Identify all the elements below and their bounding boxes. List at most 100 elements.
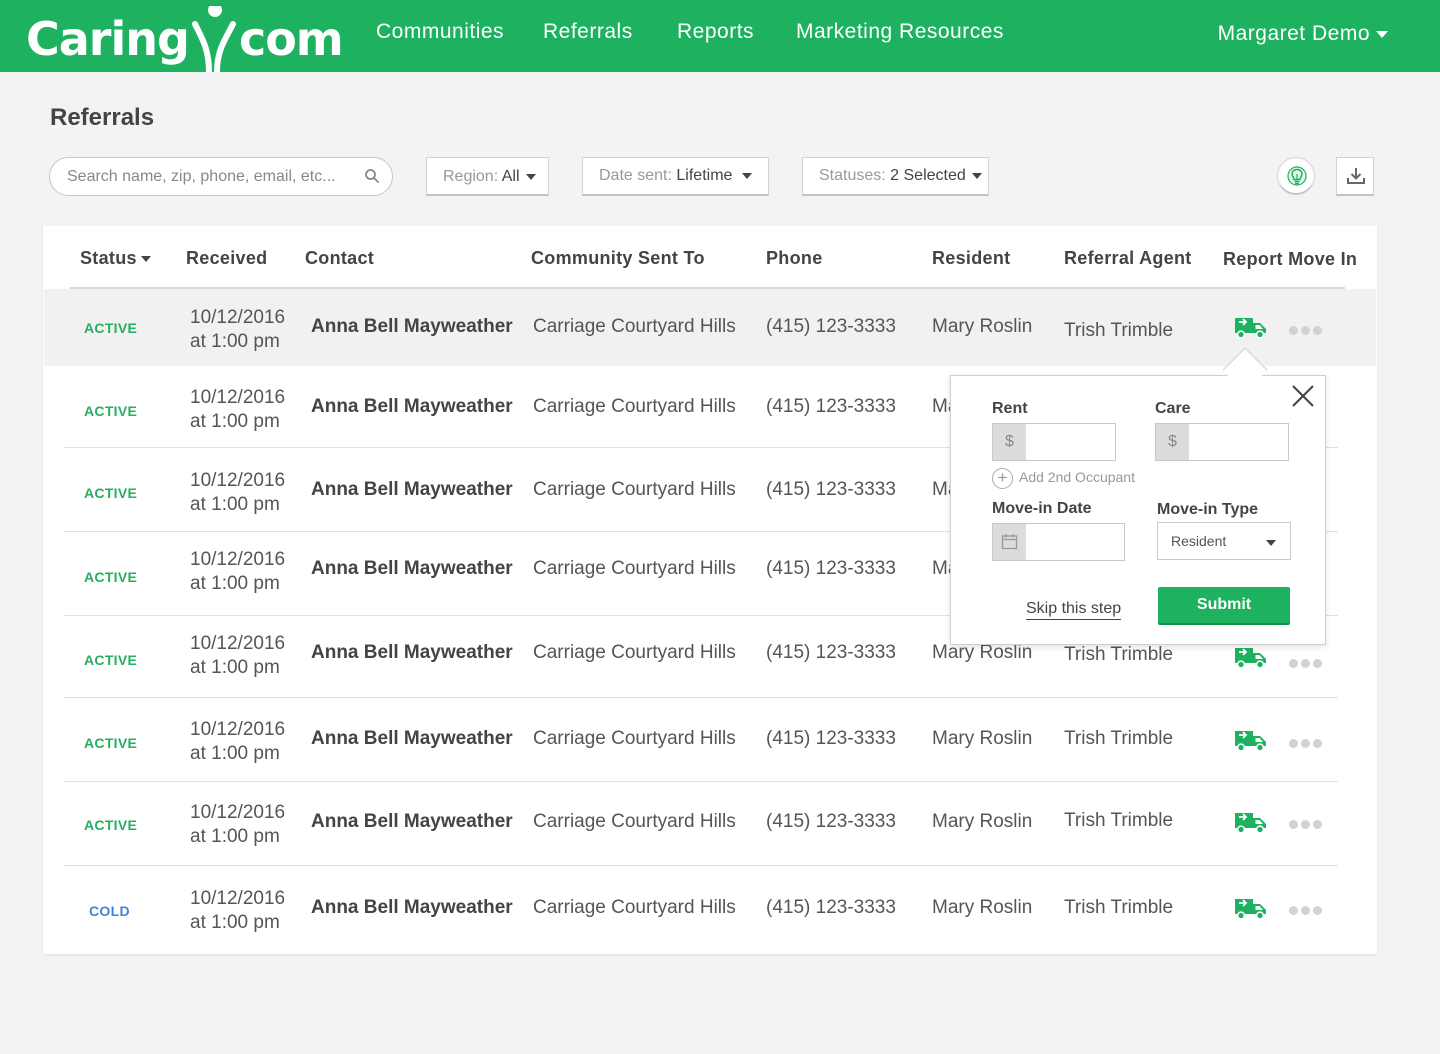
column-header-status[interactable]: Status bbox=[80, 248, 151, 269]
search-input[interactable] bbox=[67, 166, 357, 188]
moving-truck-icon[interactable] bbox=[1234, 728, 1268, 752]
column-header-contact: Contact bbox=[305, 248, 375, 268]
received-date: 10/12/2016 at 1:00 pm bbox=[190, 802, 286, 847]
community-name: Carriage Courtyard Hills bbox=[533, 728, 736, 749]
caret-down-icon bbox=[1376, 30, 1388, 38]
statuses-filter[interactable]: Statuses: 2 Selected bbox=[802, 157, 989, 196]
user-name: Margaret Demo bbox=[1217, 22, 1370, 45]
status-badge: ACTIVE bbox=[84, 403, 138, 419]
row-divider bbox=[64, 697, 1338, 698]
move-in-date-field bbox=[992, 523, 1125, 561]
caret-down-icon bbox=[971, 172, 982, 179]
phone-number: (415) 123-3333 bbox=[766, 558, 896, 579]
phone-number: (415) 123-3333 bbox=[766, 396, 896, 417]
rent-label: Rent bbox=[992, 400, 1028, 417]
logo-text-left: Caring bbox=[26, 12, 190, 66]
plus-icon: + bbox=[992, 468, 1013, 489]
phone-number: (415) 123-3333 bbox=[766, 897, 896, 918]
resident-name: Mary Roslin bbox=[932, 642, 1033, 663]
nav-marketing-resources[interactable]: Marketing Resources bbox=[796, 20, 1004, 44]
referral-agent-name: Trish Trimble bbox=[1064, 320, 1174, 341]
contact-name[interactable]: Anna Bell Mayweather bbox=[311, 558, 513, 580]
download-icon bbox=[1347, 168, 1365, 184]
add-2nd-occupant-label: Add 2nd Occupant bbox=[1019, 469, 1135, 486]
status-badge: ACTIVE bbox=[84, 320, 138, 336]
moving-truck-icon[interactable] bbox=[1234, 896, 1268, 920]
nav-reports[interactable]: Reports bbox=[677, 20, 754, 44]
nav-communities[interactable]: Communities bbox=[376, 20, 504, 44]
user-menu[interactable]: Margaret Demo bbox=[1218, 22, 1388, 46]
caring-logo[interactable]: Caring com bbox=[26, 6, 344, 72]
contact-name[interactable]: Anna Bell Mayweather bbox=[311, 642, 513, 664]
community-name: Carriage Courtyard Hills bbox=[533, 479, 736, 500]
caret-down-icon bbox=[1266, 540, 1276, 546]
status-badge: ACTIVE bbox=[84, 735, 138, 751]
moving-truck-icon[interactable] bbox=[1234, 315, 1268, 339]
contact-name[interactable]: Anna Bell Mayweather bbox=[311, 396, 513, 418]
received-date: 10/12/2016 at 1:00 pm bbox=[190, 470, 286, 515]
rent-input[interactable] bbox=[1031, 430, 1111, 454]
move-in-type-select[interactable]: Resident bbox=[1157, 522, 1291, 560]
referral-agent-name: Trish Trimble bbox=[1064, 728, 1174, 749]
contact-name[interactable]: Anna Bell Mayweather bbox=[311, 811, 513, 833]
caret-down-icon bbox=[742, 172, 753, 179]
search-icon[interactable] bbox=[364, 168, 380, 184]
moving-truck-icon[interactable] bbox=[1234, 645, 1268, 669]
move-in-date-label: Move-in Date bbox=[992, 500, 1092, 517]
more-dots-icon[interactable] bbox=[1289, 816, 1327, 829]
column-header-referral-agent: Referral Agent bbox=[1064, 248, 1192, 268]
more-dots-icon[interactable] bbox=[1289, 322, 1327, 335]
download-button[interactable] bbox=[1336, 157, 1374, 196]
nav-referrals[interactable]: Referrals bbox=[543, 20, 633, 44]
phone-number: (415) 123-3333 bbox=[766, 642, 896, 663]
skip-step-link[interactable]: Skip this step bbox=[1026, 600, 1122, 620]
move-in-type-label: Move-in Type bbox=[1157, 501, 1259, 518]
status-badge: COLD bbox=[89, 903, 130, 919]
move-in-date-input[interactable] bbox=[1031, 530, 1111, 554]
care-label: Care bbox=[1155, 400, 1191, 417]
add-2nd-occupant-button[interactable]: + Add 2nd Occupant bbox=[992, 468, 1135, 489]
status-badge: ACTIVE bbox=[84, 569, 138, 585]
tips-button[interactable] bbox=[1277, 157, 1315, 195]
community-name: Carriage Courtyard Hills bbox=[533, 642, 736, 663]
resident-name: Mary Roslin bbox=[932, 728, 1033, 749]
contact-name[interactable]: Anna Bell Mayweather bbox=[311, 728, 513, 750]
care-field: $ bbox=[1155, 423, 1289, 461]
statuses-label: Statuses: bbox=[819, 167, 886, 184]
currency-prefix: $ bbox=[1156, 424, 1189, 460]
more-dots-icon[interactable] bbox=[1289, 902, 1327, 915]
more-dots-icon[interactable] bbox=[1289, 735, 1327, 748]
care-input[interactable] bbox=[1194, 430, 1274, 454]
column-header-phone: Phone bbox=[766, 248, 823, 268]
date-sent-filter[interactable]: Date sent: Lifetime bbox=[582, 157, 769, 196]
community-name: Carriage Courtyard Hills bbox=[533, 396, 736, 417]
moving-truck-icon[interactable] bbox=[1234, 810, 1268, 834]
status-badge: ACTIVE bbox=[84, 817, 138, 833]
status-badge: ACTIVE bbox=[84, 485, 138, 501]
more-dots-icon[interactable] bbox=[1289, 655, 1327, 668]
sort-caret-icon bbox=[140, 256, 151, 263]
region-filter[interactable]: Region: All bbox=[426, 157, 549, 196]
received-date: 10/12/2016 at 1:00 pm bbox=[190, 633, 286, 678]
page-title: Referrals bbox=[50, 104, 155, 131]
column-header-status-label: Status bbox=[80, 248, 137, 268]
close-icon[interactable] bbox=[1290, 383, 1316, 409]
calendar-icon[interactable] bbox=[993, 524, 1026, 560]
lightbulb-icon bbox=[1287, 166, 1307, 186]
statuses-value: 2 Selected bbox=[890, 167, 966, 184]
row-divider bbox=[64, 781, 1338, 782]
submit-button[interactable]: Submit bbox=[1158, 587, 1290, 625]
community-name: Carriage Courtyard Hills bbox=[533, 811, 736, 832]
contact-name[interactable]: Anna Bell Mayweather bbox=[311, 316, 513, 338]
logo-figure-icon bbox=[189, 6, 239, 72]
column-header-community: Community Sent To bbox=[531, 248, 705, 268]
phone-number: (415) 123-3333 bbox=[766, 316, 896, 337]
contact-name[interactable]: Anna Bell Mayweather bbox=[311, 897, 513, 919]
contact-name[interactable]: Anna Bell Mayweather bbox=[311, 479, 513, 501]
date-sent-label: Date sent: bbox=[599, 167, 672, 184]
received-date: 10/12/2016 at 1:00 pm bbox=[190, 549, 286, 594]
move-in-type-value: Resident bbox=[1171, 533, 1227, 549]
community-name: Carriage Courtyard Hills bbox=[533, 897, 736, 918]
rent-field: $ bbox=[992, 423, 1116, 461]
region-label: Region: bbox=[443, 168, 499, 185]
